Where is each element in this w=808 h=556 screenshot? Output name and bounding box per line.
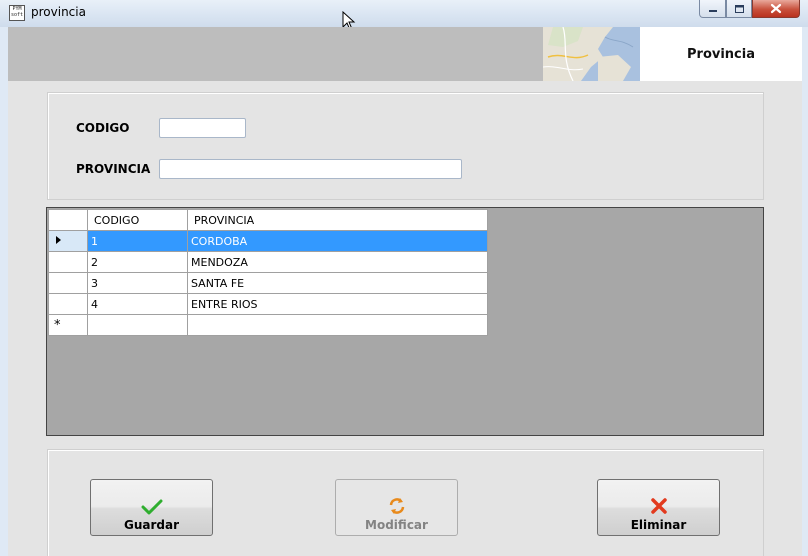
provincias-datagrid[interactable]: CODIGO PROVINCIA 1 CORDOBA 2 MENDOZA 3 S… (46, 207, 764, 436)
current-row-arrow-icon (56, 235, 61, 244)
row-header-corner[interactable] (48, 209, 88, 231)
delete-x-icon (650, 498, 667, 514)
row-header[interactable]: * (48, 314, 88, 336)
cell-provincia[interactable]: ENTRE RIOS (187, 293, 488, 315)
maximize-button[interactable] (726, 0, 752, 18)
table-row[interactable]: 4 ENTRE RIOS (48, 293, 488, 315)
close-icon (770, 3, 782, 14)
modificar-label: Modificar (365, 518, 428, 532)
app-icon-text: PYM soft (10, 6, 24, 18)
table-row[interactable]: 3 SANTA FE (48, 272, 488, 294)
title-bar[interactable]: PYM soft provincia (0, 0, 808, 27)
guardar-button[interactable]: Guardar (90, 479, 213, 536)
eliminar-button[interactable]: Eliminar (597, 479, 720, 536)
datagrid-header-row: CODIGO PROVINCIA (48, 209, 488, 231)
header-band: Provincia (8, 27, 802, 81)
modificar-button[interactable]: Modificar (335, 479, 458, 536)
form-client-area: Provincia CODIGO PROVINCIA CODIGO PROVIN… (8, 27, 802, 556)
cell-codigo-new[interactable] (87, 314, 188, 336)
cell-provincia-new[interactable] (187, 314, 488, 336)
row-header[interactable] (48, 293, 88, 315)
window-title: provincia (31, 5, 86, 19)
table-row[interactable]: 1 CORDOBA (48, 230, 488, 252)
checkmark-icon (141, 499, 162, 515)
cell-codigo[interactable]: 2 (87, 251, 188, 273)
eliminar-label: Eliminar (630, 518, 687, 532)
new-row[interactable]: * (48, 314, 488, 336)
cell-codigo[interactable]: 4 (87, 293, 188, 315)
cell-provincia[interactable]: SANTA FE (187, 272, 488, 294)
refresh-icon (389, 498, 404, 514)
close-button[interactable] (752, 0, 800, 18)
input-groupbox (47, 92, 764, 200)
row-header[interactable] (48, 251, 88, 273)
minimize-icon (708, 9, 717, 12)
guardar-label: Guardar (123, 518, 179, 532)
map-graphic (543, 27, 640, 81)
codigo-label: CODIGO (76, 121, 130, 135)
cell-codigo[interactable]: 1 (87, 230, 188, 252)
provincia-input[interactable] (159, 159, 462, 179)
column-header-codigo[interactable]: CODIGO (87, 209, 188, 231)
column-header-provincia[interactable]: PROVINCIA (187, 209, 488, 231)
row-header[interactable] (48, 230, 88, 252)
codigo-input[interactable] (159, 118, 246, 138)
new-row-asterisk-icon: * (54, 317, 61, 333)
minimize-button[interactable] (699, 0, 726, 18)
cell-provincia[interactable]: MENDOZA (187, 251, 488, 273)
table-row[interactable]: 2 MENDOZA (48, 251, 488, 273)
map-image (543, 27, 640, 81)
cell-codigo[interactable]: 3 (87, 272, 188, 294)
datagrid-table: CODIGO PROVINCIA 1 CORDOBA 2 MENDOZA 3 S… (48, 209, 488, 336)
app-icon[interactable]: PYM soft (9, 5, 25, 21)
provincia-label: PROVINCIA (76, 162, 151, 176)
maximize-icon (734, 4, 744, 13)
row-header[interactable] (48, 272, 88, 294)
header-title: Provincia (640, 27, 802, 81)
cell-provincia[interactable]: CORDOBA (187, 230, 488, 252)
